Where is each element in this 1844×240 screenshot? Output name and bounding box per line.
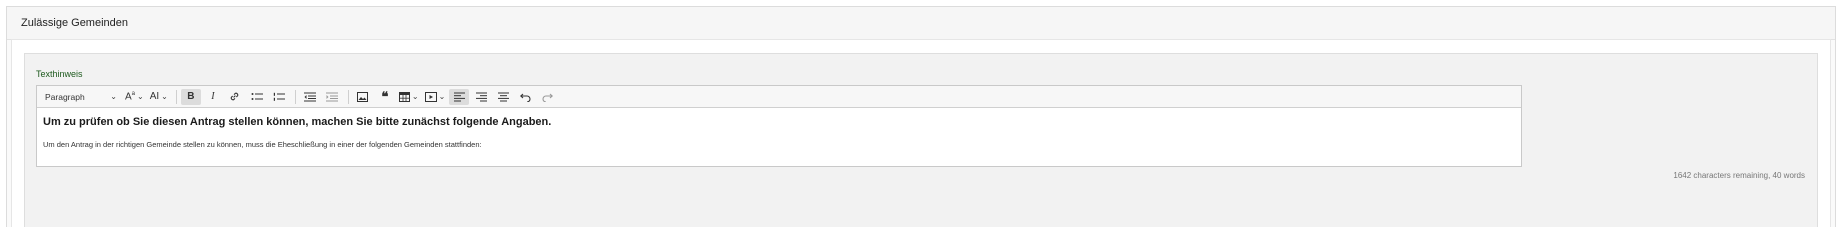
toolbar-separator [175, 89, 177, 104]
paragraph-style-select[interactable]: Paragraph ⌄ [41, 89, 121, 105]
redo-button[interactable] [537, 89, 557, 105]
chevron-down-icon: ⌄ [161, 92, 168, 101]
editor-content-area[interactable]: Um zu prüfen ob Sie diesen Antrag stelle… [37, 108, 1521, 157]
image-icon [357, 91, 369, 102]
media-icon [424, 91, 437, 102]
editor-heading: Um zu prüfen ob Sie diesen Antrag stelle… [43, 116, 552, 128]
font-family-button[interactable]: AI ⌄ [148, 89, 170, 105]
toolbar-separator [347, 89, 349, 104]
undo-button[interactable] [515, 89, 535, 105]
editor-paragraph: Um den Antrag in der richtigen Gemeinde … [43, 140, 482, 149]
chevron-down-icon: ⌄ [438, 92, 446, 101]
align-left-button[interactable] [449, 88, 470, 105]
align-left-icon [453, 92, 465, 101]
indent-icon [325, 92, 338, 101]
italic-icon: I [211, 91, 215, 102]
link-button[interactable] [225, 89, 245, 105]
font-size-button[interactable]: Aa ⌄ [123, 89, 146, 105]
insert-table-button[interactable]: ⌄ [397, 89, 421, 105]
paragraph-style-label: Paragraph [45, 91, 85, 102]
toolbar-separator [294, 89, 296, 104]
bulleted-list-button[interactable] [247, 89, 267, 105]
word-count-status: 1642 characters remaining, 40 words [1673, 171, 1805, 180]
link-icon [231, 92, 239, 101]
outdent-button[interactable] [300, 89, 320, 105]
font-size-icon: Aa [125, 90, 136, 103]
bold-button[interactable]: B [180, 88, 201, 105]
numbered-list-icon [273, 92, 285, 101]
italic-button[interactable]: I [203, 89, 223, 105]
insert-image-button[interactable] [353, 89, 373, 105]
table-icon [398, 91, 410, 102]
texthinweis-field-panel: Texthinweis Paragraph ⌄ Aa ⌄ AI ⌄ B I ❝ … [24, 53, 1818, 227]
section-body: Texthinweis Paragraph ⌄ Aa ⌄ AI ⌄ B I ❝ … [11, 39, 1831, 227]
editor-toolbar: Paragraph ⌄ Aa ⌄ AI ⌄ B I ❝ ⌄ ⌄ [37, 86, 1521, 108]
block-quote-button[interactable]: ❝ [375, 89, 395, 105]
bulleted-list-icon [251, 92, 263, 100]
rich-text-editor[interactable]: Paragraph ⌄ Aa ⌄ AI ⌄ B I ❝ ⌄ ⌄ Um zu pr… [36, 85, 1522, 167]
quote-icon: ❝ [381, 88, 389, 104]
bold-icon: B [187, 91, 195, 102]
texthinweis-label: Texthinweis [36, 69, 83, 79]
undo-icon [519, 93, 531, 102]
font-family-icon: AI [149, 91, 160, 102]
insert-media-button[interactable]: ⌄ [423, 89, 448, 105]
align-center-button[interactable] [493, 89, 513, 105]
align-right-button[interactable] [471, 89, 491, 105]
chevron-down-icon: ⌄ [110, 92, 117, 101]
chevron-down-icon: ⌄ [137, 92, 144, 101]
outdent-icon [303, 92, 316, 101]
indent-button[interactable] [322, 89, 342, 105]
section-title: Zulässige Gemeinden [7, 7, 1835, 40]
numbered-list-button[interactable] [269, 89, 289, 105]
chevron-down-icon: ⌄ [411, 92, 419, 101]
align-center-icon [497, 92, 509, 101]
zulaessige-gemeinden-section: Zulässige Gemeinden Texthinweis Paragrap… [6, 6, 1836, 227]
redo-icon [542, 93, 553, 102]
align-right-icon [475, 92, 487, 101]
